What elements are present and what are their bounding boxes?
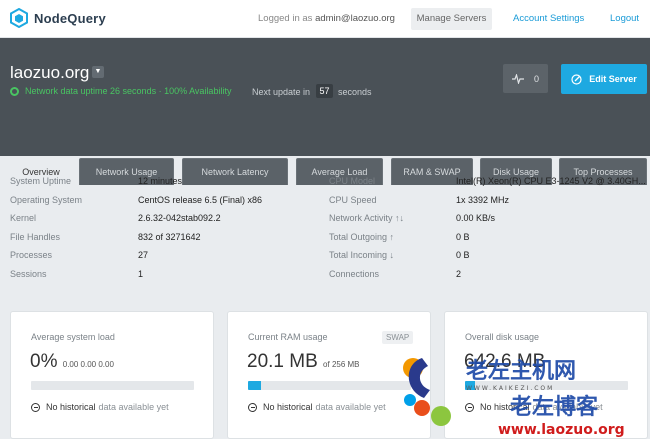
ram-progress-fill [248,381,262,390]
note-strong: No historical [263,402,313,412]
info-label: Processes [10,250,53,260]
minus-circle-icon [248,402,257,412]
watermark-subtitle: 老左博客 [509,394,599,420]
info-value: 832 of 3271642 [138,231,201,242]
ram-card-value: 20.1 MB of 256 MB [247,351,360,373]
info-value: 27 [138,250,149,260]
info-row: Kernel 2.6.32-042stab092.2 [10,209,320,228]
edit-icon [571,73,582,85]
next-update-unit: seconds [338,87,372,97]
info-row: Processes 27 [10,246,320,265]
info-row: Connections 2 [329,265,647,284]
ram-total: of 256 MB [323,360,360,369]
info-value: 12 minutes [138,176,183,186]
info-value: 0 B [456,231,470,242]
info-label: Total Incoming ↓ [329,250,395,260]
info-row: File Handles 832 of 3271642 [10,228,320,247]
watermark-title: 老左主机网 [465,358,576,384]
swap-toggle[interactable]: SWAP [382,331,414,344]
info-row: Total Outgoing ↑ 0 B [329,228,647,247]
load-history-note: No historical data available yet [31,402,169,412]
info-label: File Handles [10,231,61,242]
system-info-right: CPU Model Intel(R) Xeon(R) CPU E3-1245 V2… [329,172,647,283]
info-value: 2.6.32-042stab092.2 [138,213,221,223]
ram-card-title: Current RAM usage [248,332,328,342]
info-value: CentOS release 6.5 (Final) x86 [138,194,263,205]
server-name: laozuo.org [10,63,90,82]
load-card: Average system load 0% 0.00 0.00 0.00 No… [10,311,214,439]
logged-in-text: Logged in as admin@laozuo.org [258,13,395,24]
cube-logo-icon [10,8,28,28]
load-card-value: 0% 0.00 0.00 0.00 [30,351,114,373]
info-label: Sessions [10,268,47,279]
watermark-logo: 老左主机网 WWW.KAIKEZI.COM 老左博客 www.laozuo.or… [403,358,625,438]
edit-server-button[interactable]: Edit Server [561,64,647,94]
load-progress-bar [31,381,194,390]
manage-servers-button[interactable]: Manage Servers [411,8,492,30]
top-nav: NodeQuery Logged in as admin@laozuo.org … [0,0,650,38]
info-value: 1x 3392 MHz [456,194,510,205]
minus-circle-icon [31,402,40,412]
logout-link[interactable]: Logout [610,13,639,24]
info-label: Operating System [10,194,83,205]
info-row: Total Incoming ↓ 0 B [329,246,647,265]
uptime-status: Network data uptime 26 seconds · 100% Av… [10,86,231,96]
server-header: laozuo.org ▼ Network data uptime 26 seco… [0,38,650,185]
alerts-button[interactable]: 0 [503,64,548,93]
status-ok-icon [10,86,19,96]
edit-server-label: Edit Server [589,74,637,84]
info-value: 1 [138,268,144,279]
load-card-title: Average system load [31,332,115,342]
info-row: System Uptime 12 minutes [10,172,320,191]
info-value: 2 [456,268,462,279]
watermark-url: www.laozuo.org [498,422,625,438]
info-label: Network Activity ↑↓ [329,213,405,223]
system-info-left: System Uptime 12 minutes Operating System… [10,172,320,283]
ram-progress-bar [248,381,411,390]
info-value: 0 B [456,250,470,260]
note-strong: No historical [46,402,96,412]
load-percent: 0% [30,351,58,372]
server-dropdown-icon[interactable]: ▼ [92,66,104,78]
info-label: Kernel [10,213,37,223]
info-label: CPU Speed [329,194,377,205]
uptime-status-text: Network data uptime 26 seconds · 100% Av… [25,86,232,96]
disk-card-title: Overall disk usage [465,332,540,342]
info-row: Operating System CentOS release 6.5 (Fina… [10,191,320,210]
account-settings-link[interactable]: Account Settings [513,13,584,24]
info-row: CPU Model Intel(R) Xeon(R) CPU E3-1245 V2… [329,172,647,191]
next-update-counter: 57 [316,84,333,98]
info-row: Sessions 1 [10,265,320,284]
info-value: 0.00 KB/s [456,213,496,223]
info-label: CPU Model [329,176,376,186]
logged-in-prefix: Logged in as [258,13,313,24]
brand-logo[interactable]: NodeQuery [10,8,106,28]
ram-used: 20.1 MB [247,351,318,372]
note-light: data available yet [98,402,169,412]
next-update-label: Next update in [252,87,311,97]
user-email: admin@laozuo.org [315,13,395,24]
watermark-url-tiny: WWW.KAIKEZI.COM [466,385,554,392]
load-averages: 0.00 0.00 0.00 [62,360,114,369]
brand-name: NodeQuery [34,10,106,26]
note-light: data available yet [315,402,386,412]
pulse-icon [511,73,524,84]
info-label: Total Outgoing ↑ [329,231,395,242]
info-value: Intel(R) Xeon(R) CPU E3-1245 V2 @ 3.40GH… [456,176,646,186]
info-row: Network Activity ↑↓ 0.00 KB/s [329,209,647,228]
alerts-count: 0 [533,73,539,84]
info-label: System Uptime [10,176,72,186]
ram-history-note: No historical data available yet [248,402,386,412]
info-row: CPU Speed 1x 3392 MHz [329,191,647,210]
info-label: Connections [329,268,380,279]
